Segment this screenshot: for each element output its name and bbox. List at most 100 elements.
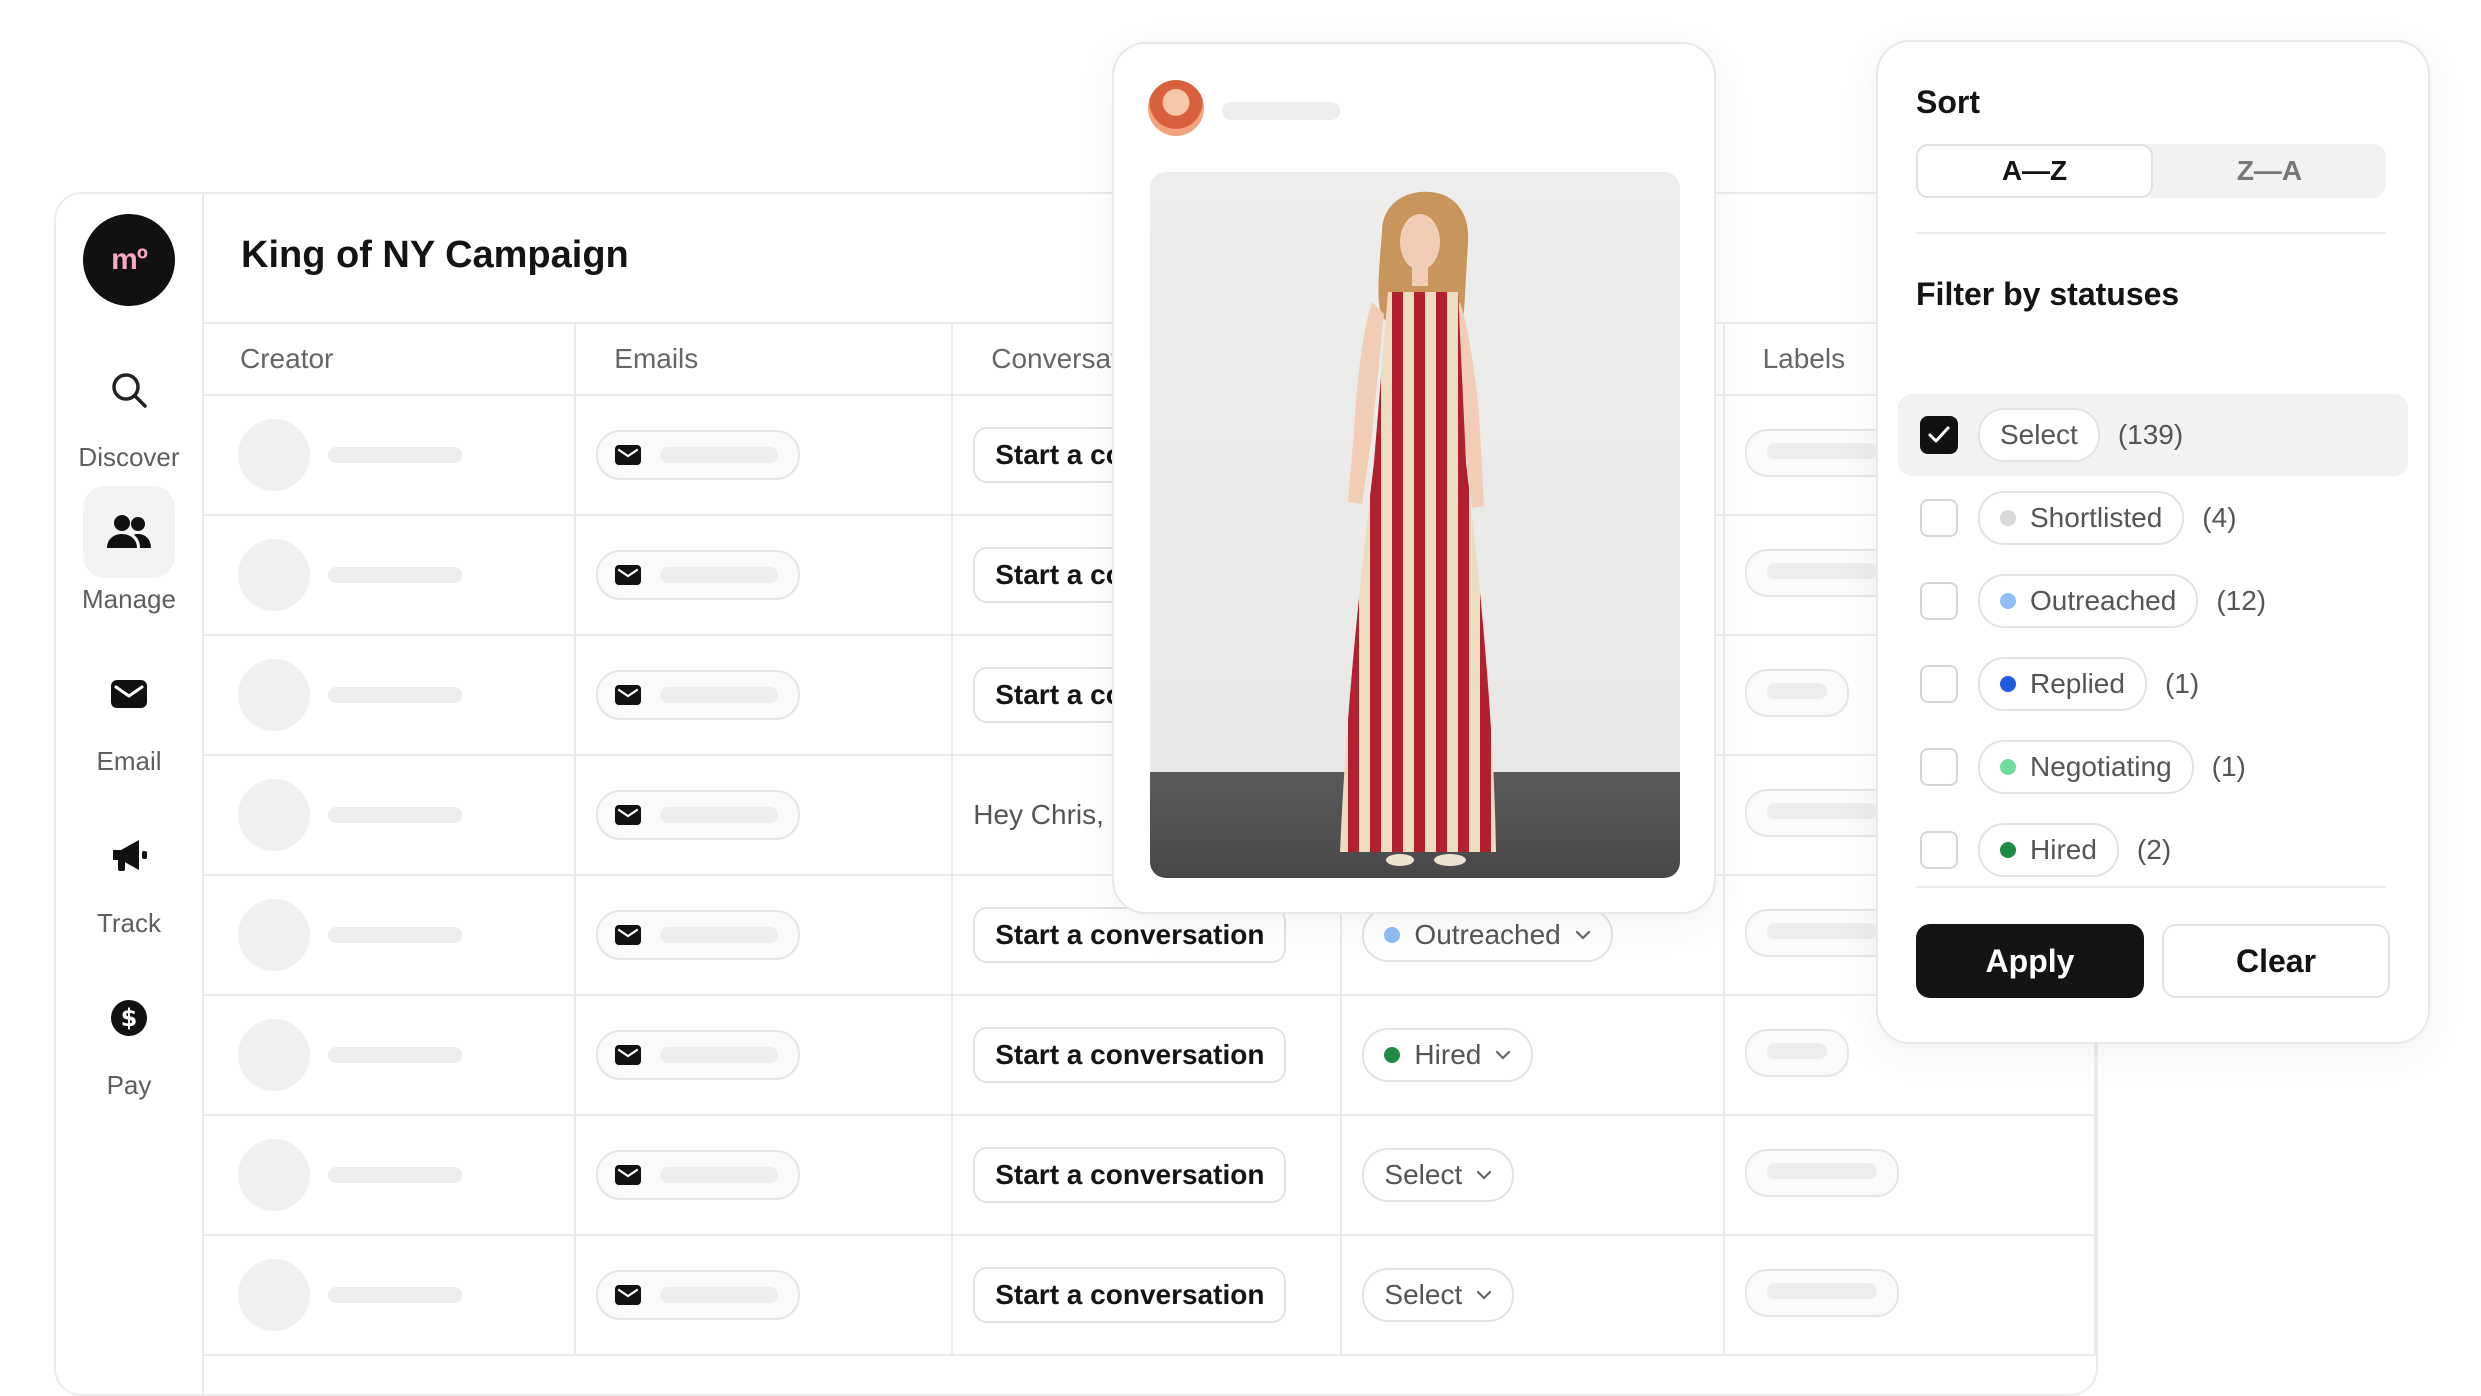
sort-a-z-button[interactable]: A—Z <box>1916 144 2153 198</box>
email-cell <box>574 754 954 876</box>
avatar <box>238 899 310 971</box>
creator-cell[interactable] <box>202 1234 577 1356</box>
creator-cell[interactable] <box>202 1114 577 1236</box>
status-label: Select <box>1384 1279 1463 1310</box>
email-chip[interactable] <box>596 790 801 840</box>
creator-cell[interactable] <box>202 754 577 876</box>
status-cell: Hired <box>1340 994 1725 1116</box>
email-chip[interactable] <box>596 670 801 720</box>
status-checkbox[interactable] <box>1920 416 1958 454</box>
creator-cell[interactable] <box>202 994 577 1116</box>
creator-cell[interactable] <box>202 514 577 636</box>
status-chip: Negotiating <box>1978 740 2194 794</box>
divider <box>1916 886 2386 888</box>
sort-filter-panel: Sort A—Z Z—A Filter by statuses Select (… <box>1876 40 2430 1044</box>
filter-row-hired[interactable]: Hired (2) <box>1898 809 2408 891</box>
email-chip[interactable] <box>596 910 801 960</box>
start-conversation-button[interactable]: Start a conversation <box>973 1147 1287 1203</box>
mail-icon <box>615 925 642 945</box>
mail-icon <box>615 445 642 465</box>
table-row[interactable]: Start a conversation Hired <box>202 994 2096 1116</box>
status-chip: Outreached <box>1978 574 2199 628</box>
conversation-cell: Start a conversation <box>951 1114 1343 1236</box>
email-chip[interactable] <box>596 1030 801 1080</box>
mail-icon <box>83 648 175 740</box>
status-dropdown[interactable]: Outreached <box>1362 908 1613 962</box>
creator-name-placeholder <box>328 1287 463 1303</box>
nav-discover[interactable]: Discover <box>56 344 202 473</box>
nav-email[interactable]: Email <box>56 648 202 777</box>
nav-pay[interactable]: $ Pay <box>56 972 202 1101</box>
filter-row-shortlisted[interactable]: Shortlisted (4) <box>1898 477 2408 559</box>
filter-row-replied[interactable]: Replied (1) <box>1898 643 2408 725</box>
sort-z-a-button[interactable]: Z—A <box>2153 144 2386 198</box>
filter-row-select[interactable]: Select (139) <box>1898 394 2408 476</box>
email-chip[interactable] <box>596 1150 801 1200</box>
label-chip[interactable] <box>1744 1268 1899 1317</box>
email-cell <box>574 874 954 996</box>
status-checkbox[interactable] <box>1920 748 1958 786</box>
email-chip[interactable] <box>596 550 801 600</box>
megaphone-icon <box>83 810 175 902</box>
status-checkbox[interactable] <box>1920 582 1958 620</box>
sort-toggle: A—Z Z—A <box>1916 144 2386 198</box>
mail-icon <box>615 685 642 705</box>
clear-button[interactable]: Clear <box>2162 924 2390 998</box>
status-count: (12) <box>2216 585 2267 616</box>
filter-row-outreached[interactable]: Outreached (12) <box>1898 560 2408 642</box>
dollar-coin-icon: $ <box>83 972 175 1064</box>
labels-cell <box>1722 1114 2096 1236</box>
sidebar: mº Discover Manage Email Track $ Pay <box>56 194 204 1394</box>
avatar <box>238 1019 310 1091</box>
avatar <box>238 779 310 851</box>
start-conversation-button[interactable]: Start a conversation <box>973 1267 1287 1323</box>
table-row[interactable]: Start a conversation Select <box>202 1114 2096 1236</box>
status-count: (1) <box>2211 751 2246 782</box>
label-chip[interactable] <box>1744 1028 1849 1077</box>
filter-title: Filter by statuses <box>1916 276 2180 312</box>
status-checkbox[interactable] <box>1920 499 1958 537</box>
email-cell <box>574 394 954 516</box>
creator-name-placeholder <box>1222 102 1340 120</box>
email-chip[interactable] <box>596 1270 801 1320</box>
creator-post-image[interactable] <box>1150 172 1680 878</box>
conversation-cell: Start a conversation <box>951 994 1343 1116</box>
page-title: King of NY Campaign <box>241 234 629 276</box>
email-chip[interactable] <box>596 430 801 480</box>
creator-cell[interactable] <box>202 874 577 996</box>
creator-preview-card <box>1112 42 1716 914</box>
apply-button[interactable]: Apply <box>1916 924 2144 998</box>
creator-avatar[interactable] <box>1148 80 1204 136</box>
column-header-creator[interactable]: Creator <box>202 322 577 396</box>
status-count: (2) <box>2136 834 2172 865</box>
status-chip: Replied <box>1978 657 2147 711</box>
label-chip[interactable] <box>1744 668 1849 717</box>
creator-name-placeholder <box>328 447 463 463</box>
status-dropdown[interactable]: Hired <box>1362 1028 1534 1082</box>
column-header-emails[interactable]: Emails <box>574 322 954 396</box>
start-conversation-button[interactable]: Start a conversation <box>973 907 1287 963</box>
label-placeholder <box>1766 562 1877 579</box>
creator-cell[interactable] <box>202 634 577 756</box>
start-conversation-button[interactable]: Start a conversation <box>973 1027 1287 1083</box>
nav-track[interactable]: Track <box>56 810 202 939</box>
email-placeholder <box>660 807 779 823</box>
status-dropdown[interactable]: Select <box>1362 1268 1515 1322</box>
nav-label: Manage <box>82 584 176 614</box>
mail-icon <box>615 1045 642 1065</box>
creator-name-placeholder <box>328 687 463 703</box>
chevron-down-icon <box>1496 1050 1511 1060</box>
status-checkbox[interactable] <box>1920 831 1958 869</box>
creator-cell[interactable] <box>202 394 577 516</box>
nav-manage[interactable]: Manage <box>56 486 202 615</box>
label-chip[interactable] <box>1744 1148 1899 1197</box>
email-placeholder <box>660 1287 779 1303</box>
table-row[interactable]: Start a conversation Select <box>202 1234 2096 1356</box>
brand-logo[interactable]: mº <box>83 214 175 306</box>
filter-row-negotiating[interactable]: Negotiating (1) <box>1898 726 2408 808</box>
last-message-preview[interactable]: Hey Chris, <box>973 799 1104 830</box>
status-dot <box>1384 927 1401 943</box>
status-label: Replied <box>2030 668 2125 699</box>
status-dropdown[interactable]: Select <box>1362 1148 1515 1202</box>
status-checkbox[interactable] <box>1920 665 1958 703</box>
